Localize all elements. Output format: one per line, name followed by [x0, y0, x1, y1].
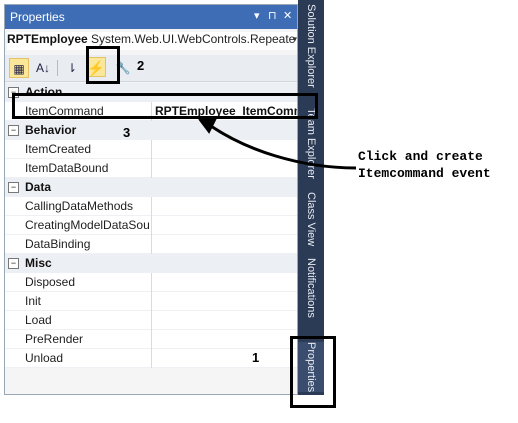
note-line-1: Click and create: [358, 149, 483, 164]
annotation-arrow: [198, 116, 357, 170]
instruction-note: Click and create Itemcommand event: [358, 148, 491, 182]
arrow-head: [198, 116, 218, 134]
arrow-line: [207, 122, 357, 170]
note-line-2: Itemcommand event: [358, 166, 491, 181]
